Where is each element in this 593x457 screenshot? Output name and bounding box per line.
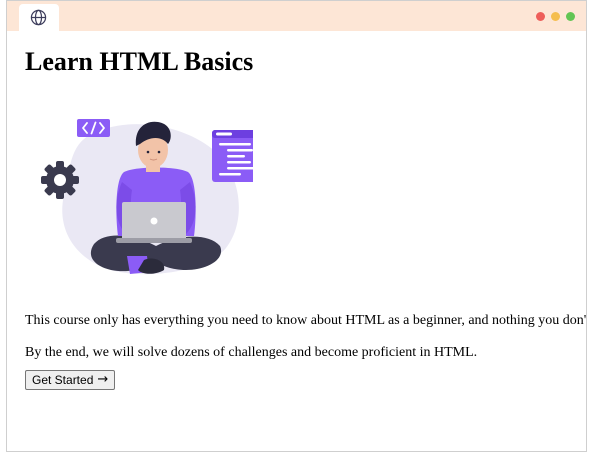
code-window-icon — [212, 130, 253, 182]
get-started-label: Get Started — [32, 373, 94, 387]
minimize-dot[interactable] — [551, 12, 560, 21]
browser-tab[interactable] — [19, 4, 59, 31]
globe-icon — [30, 9, 47, 26]
page-title: Learn HTML Basics — [25, 47, 254, 76]
page-content: Learn HTML Basics This course only has e… — [7, 31, 587, 451]
browser-titlebar — [7, 1, 586, 31]
window-controls — [536, 12, 575, 21]
outcome-paragraph: By the end, we will solve dozens of chal… — [25, 345, 478, 360]
gear-icon — [41, 161, 79, 199]
intro-paragraph: This course only has everything you need… — [25, 313, 587, 328]
code-tag-icon — [77, 119, 110, 137]
arrow-right-icon: → — [97, 372, 109, 387]
get-started-button[interactable]: Get Started → — [25, 370, 116, 390]
person-coding-illustration — [41, 119, 253, 275]
close-dot[interactable] — [536, 12, 545, 21]
browser-window: Learn HTML Basics This course only has e… — [6, 0, 587, 452]
maximize-dot[interactable] — [566, 12, 575, 21]
